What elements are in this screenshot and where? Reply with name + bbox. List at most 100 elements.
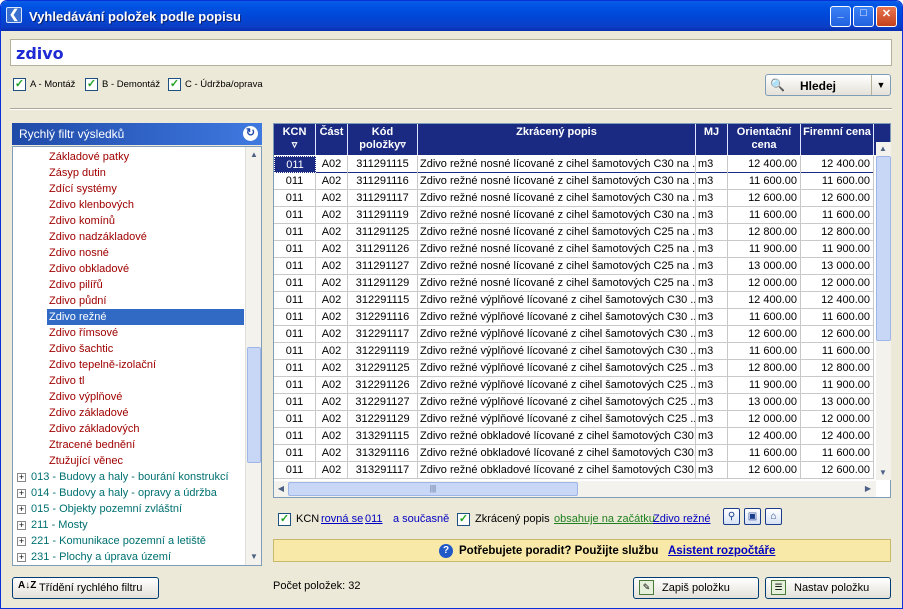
tree-group[interactable]: +013 - Budovy a haly - bourání konstrukc… [17,469,229,485]
expand-icon[interactable]: + [17,536,26,546]
tree-item[interactable]: Zdivo pilířů [47,277,105,293]
table-row[interactable]: 011 A02 312291117 Zdivo režné výplňové líco… [274,326,874,343]
grid-horizontal-scrollbar[interactable]: ◀ ||| ▶ [274,481,876,497]
app-back-icon[interactable]: ❮ [6,7,22,23]
grid-vscroll-thumb[interactable] [876,156,891,341]
table-row[interactable]: 011 A02 311291116 Zdivo režné nosné lícovan… [274,173,874,190]
table-cell: 12 000.00 [728,411,801,428]
write-item-button[interactable]: ✎ Zapiš položku [633,577,759,599]
table-row[interactable]: 011 A02 311291115 Zdivo režné nosné lícovan… [274,156,874,173]
table-row[interactable]: 011 A02 311291129 Zdivo režné nosné lícovan… [274,275,874,292]
table-row[interactable]: 011 A02 313291116 Zdivo režné obkladové líc… [274,445,874,462]
col-header-desc[interactable]: Zkrácený popis [418,124,696,155]
table-cell: 13 000.00 [728,258,801,275]
tree-scroll-thumb[interactable] [247,347,261,463]
tree-item[interactable]: Zdivo šachtic [47,341,115,357]
table-row[interactable]: 011 A02 311291117 Zdivo režné nosné lícovan… [274,190,874,207]
expand-icon[interactable]: + [17,520,26,530]
tree-group[interactable]: +221 - Komunikace pozemní a letiště [17,533,206,549]
tree-item[interactable]: Zdivo tepelně-izolační [47,357,158,373]
scroll-up-icon[interactable]: ▲ [247,148,261,162]
col-header-kcn[interactable]: KCN ▿ [274,124,316,155]
tree-item[interactable]: Zdivo komínů [47,213,117,229]
tree-item[interactable]: Zdivo klenbových [47,197,136,213]
col-header-firm-price[interactable]: Firemní cena [801,124,874,155]
maximize-button[interactable]: □ [853,6,874,27]
tree-item[interactable]: Zdivo nosné [47,245,111,261]
scroll-down-icon[interactable]: ▼ [876,466,890,480]
expand-icon[interactable]: + [17,488,26,498]
tree-group[interactable]: +014 - Budovy a haly - opravy a údržba [17,485,217,501]
tree-item[interactable]: Zdivo základových [47,421,142,437]
table-row[interactable]: 011 A02 313291117 Zdivo režné obkladové líc… [274,462,874,479]
option-c-checkbox[interactable]: ✓ [168,78,181,91]
tree-item[interactable]: Zdící systémy [47,181,119,197]
assistant-link[interactable]: Asistent rozpočtáře [668,545,775,557]
close-button[interactable]: ✕ [876,6,897,27]
desc-operator-link[interactable]: obsahuje na začátku [554,513,655,525]
tree-item[interactable]: Zdivo výplňové [47,389,124,405]
kcn-value-link[interactable]: 011 [365,513,383,525]
search-input[interactable]: zdivo [10,39,892,66]
table-row[interactable]: 011 A02 312291116 Zdivo režné výplňové líco… [274,309,874,326]
tree-group[interactable]: +231 - Plochy a úprava území [17,549,171,565]
table-row[interactable]: 011 A02 311291119 Zdivo režné nosné lícovan… [274,207,874,224]
grid-hscroll-thumb[interactable]: ||| [288,482,578,496]
tree-item[interactable]: Zdivo obkladové [47,261,131,277]
desc-value-link[interactable]: Zdivo režné [653,513,710,525]
col-header-code[interactable]: Kód položky▿ [348,124,418,155]
tree-item-selected[interactable]: Zdivo režné [47,309,244,325]
set-item-label: Nastav položku [794,582,870,594]
tree-item[interactable]: Zásyp dutin [47,165,108,181]
tree-item[interactable]: Zdivo římsové [47,325,120,341]
scroll-up-icon[interactable]: ▲ [876,142,890,156]
table-row[interactable]: 011 A02 311291126 Zdivo režné nosné lícovan… [274,241,874,258]
tree-item[interactable]: Ztracené bednění [47,437,137,453]
set-item-button[interactable]: ☰ Nastav položku [765,577,891,599]
table-row[interactable]: 011 A02 312291129 Zdivo režné výplňové líco… [274,411,874,428]
sort-quick-filter-button[interactable]: A↓Z Třídění rychlého filtru [12,577,159,599]
active-filter-bar: ✓ KCN rovná se 011 a současně ✓ Zkrácený… [273,504,891,534]
tree-group[interactable]: +211 - Mosty [17,517,88,533]
col-header-unit[interactable]: MJ [696,124,728,155]
table-row[interactable]: 011 A02 312291125 Zdivo režné výplňové líco… [274,360,874,377]
table-row[interactable]: 011 A02 312291126 Zdivo režné výplňové líco… [274,377,874,394]
kcn-filter-checkbox[interactable]: ✓ [278,513,291,526]
tree-scrollbar[interactable]: ▲ ▼ [245,147,261,565]
scroll-left-icon[interactable]: ◀ [274,482,288,496]
table-row[interactable]: 011 A02 311291125 Zdivo režné nosné lícovan… [274,224,874,241]
grid-vertical-scrollbar[interactable]: ▲ ▼ [876,142,891,480]
col-header-part[interactable]: Část [316,124,348,155]
table-row[interactable]: 011 A02 313291115 Zdivo režné obkladové líc… [274,428,874,445]
table-row[interactable]: 011 A02 312291127 Zdivo režné výplňové líco… [274,394,874,411]
find-button[interactable]: 🔍 Hledej ▼ [765,74,891,96]
desc-filter-checkbox[interactable]: ✓ [457,513,470,526]
refresh-icon[interactable]: ↻ [243,126,258,141]
table-row[interactable]: 011 A02 311291127 Zdivo režné nosné lícovan… [274,258,874,275]
save-filter-icon[interactable]: ▣ [744,508,761,525]
expand-icon[interactable]: + [17,552,26,562]
minimize-button[interactable]: _ [830,6,851,27]
kcn-operator-link[interactable]: rovná se [321,513,363,525]
tree-item[interactable]: Zdivo základové [47,405,131,421]
tree-item[interactable]: Zdivo tl [47,373,86,389]
tree-item[interactable]: Zdivo půdní [47,293,108,309]
tree-item[interactable]: Základové patky [47,149,131,165]
option-b-checkbox[interactable]: ✓ [85,78,98,91]
title-bar[interactable]: ❮ Vyhledávání položek podle popisu _ □ ✕ [1,1,902,31]
filter-edit-icon[interactable]: ⚲ [723,508,740,525]
quick-filter-title: Rychlý filtr výsledků [19,127,125,141]
scroll-right-icon[interactable]: ▶ [861,482,875,496]
table-row[interactable]: 011 A02 312291119 Zdivo režné výplňové líco… [274,343,874,360]
chevron-down-icon[interactable]: ▼ [871,75,890,95]
expand-icon[interactable]: + [17,504,26,514]
expand-icon[interactable]: + [17,472,26,482]
table-row[interactable]: 011 A02 312291115 Zdivo režné výplňové líco… [274,292,874,309]
tree-item[interactable]: Zdivo nadzákladové [47,229,149,245]
scroll-down-icon[interactable]: ▼ [247,550,261,564]
tree-item[interactable]: Ztužující věnec [47,453,125,469]
col-header-orient-price[interactable]: Orientační cena [728,124,801,155]
option-a-checkbox[interactable]: ✓ [13,78,26,91]
home-filter-icon[interactable]: ⌂ [765,508,782,525]
tree-group[interactable]: +015 - Objekty pozemní zvláštní [17,501,182,517]
